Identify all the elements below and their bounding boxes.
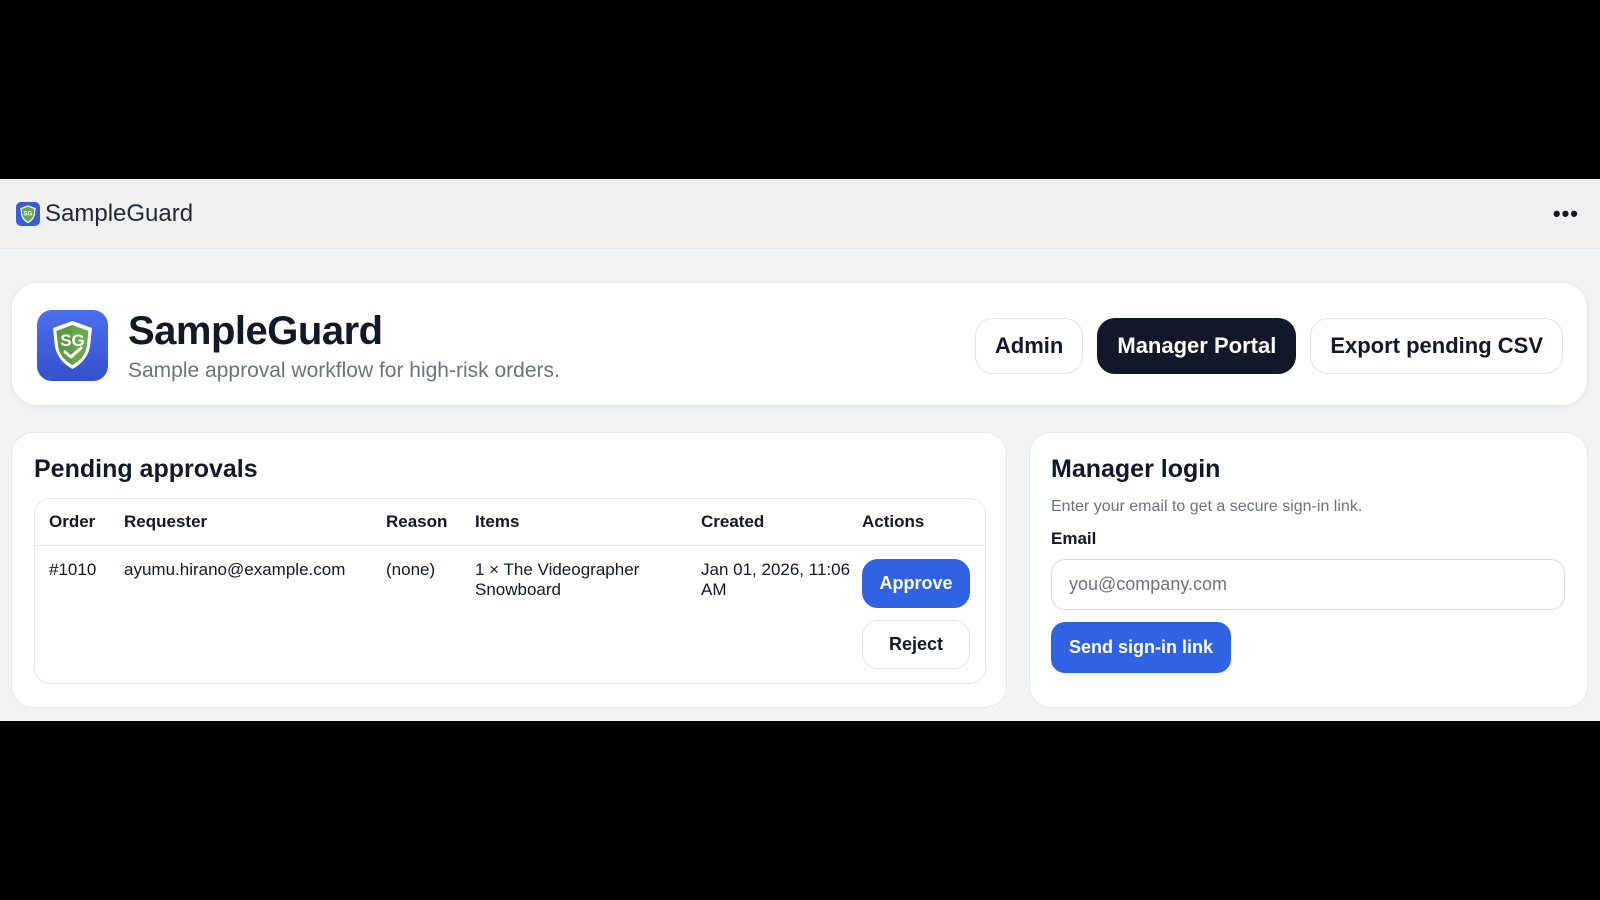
header-card: SG SampleGuard Sample approval workflow … <box>11 282 1588 406</box>
app-viewport: SG SampleGuard ••• SG SampleGuard Sample… <box>0 179 1600 721</box>
actions-cell: Approve Reject <box>862 546 985 669</box>
email-label: Email <box>1051 529 1097 548</box>
approve-button[interactable]: Approve <box>862 559 970 608</box>
manager-login-title: Manager login <box>1051 455 1221 483</box>
manager-portal-button[interactable]: Manager Portal <box>1097 318 1297 374</box>
page-subtitle: Sample approval workflow for high-risk o… <box>128 359 560 382</box>
shield-logo-icon: SG <box>37 310 108 381</box>
column-header-actions: Actions <box>862 499 985 546</box>
manager-login-card: Manager login Enter your email to get a … <box>1029 432 1588 708</box>
app-titlebar: SG SampleGuard ••• <box>0 179 1600 249</box>
send-sign-in-link-button[interactable]: Send sign-in link <box>1051 622 1232 673</box>
shield-logo-icon: SG <box>16 201 40 226</box>
table-row: #1010 ayumu.hirano@example.com (none) 1 … <box>35 546 985 669</box>
reject-button[interactable]: Reject <box>862 620 970 669</box>
more-options-icon[interactable]: ••• <box>1553 202 1579 225</box>
app-title: SampleGuard <box>45 199 194 227</box>
requester-cell: ayumu.hirano@example.com <box>124 560 346 579</box>
email-field[interactable] <box>1051 559 1565 610</box>
column-header-items: Items <box>475 499 701 546</box>
header-actions: Admin Manager Portal Export pending CSV <box>974 318 1563 374</box>
column-header-reason: Reason <box>386 499 475 546</box>
reason-cell: (none) <box>386 560 436 579</box>
page-title: SampleGuard <box>128 309 383 353</box>
table-header-row: Order Requester Reason Items Created Act… <box>35 499 985 546</box>
svg-text:SG: SG <box>24 211 33 217</box>
admin-button[interactable]: Admin <box>974 318 1084 374</box>
order-cell: #1010 <box>49 560 97 579</box>
export-pending-csv-button[interactable]: Export pending CSV <box>1310 318 1563 374</box>
manager-login-subtitle: Enter your email to get a secure sign-in… <box>1051 498 1363 515</box>
pending-approvals-title: Pending approvals <box>34 455 258 483</box>
column-header-order: Order <box>35 499 124 546</box>
column-header-requester: Requester <box>124 499 386 546</box>
pending-approvals-card: Pending approvals Order Requester Reason… <box>11 432 1007 708</box>
pending-approvals-table: Order Requester Reason Items Created Act… <box>34 498 986 684</box>
items-cell: 1 × The Videographer Snowboard <box>475 560 640 599</box>
created-cell: Jan 01, 2026, 11:06 AM <box>701 560 851 599</box>
column-header-created: Created <box>701 499 862 546</box>
